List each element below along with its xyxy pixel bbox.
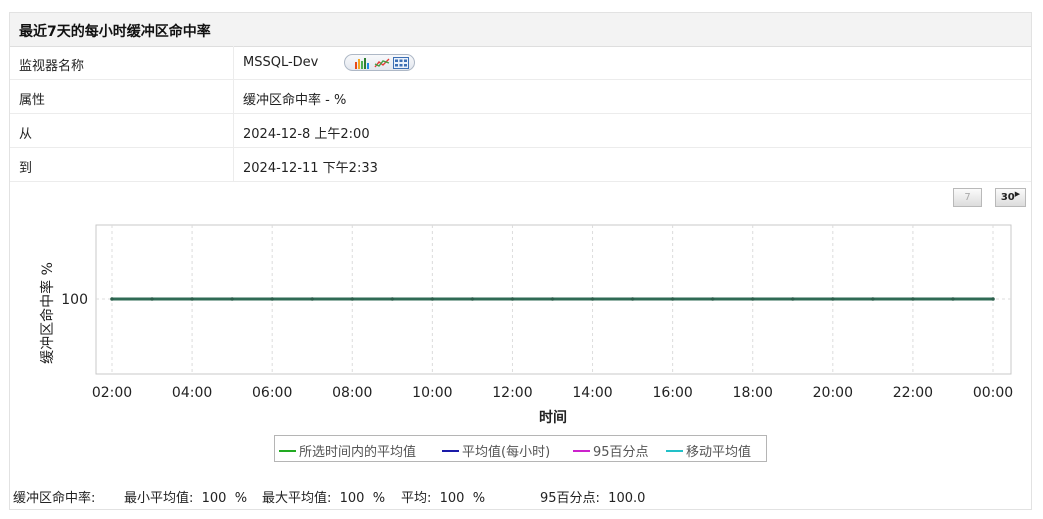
x-axis-ticks: 02:00 04:00 06:00 08:00 10:00 12:00 14:00 16:00… [92, 385, 1013, 401]
data-point[interactable] [911, 297, 915, 301]
legend-swatch [573, 449, 590, 452]
data-point[interactable] [630, 297, 635, 301]
data-point[interactable] [951, 297, 955, 301]
data-point[interactable] [230, 297, 234, 301]
data-point[interactable] [150, 297, 154, 301]
legend-label: 平均值(每小时) [462, 445, 551, 460]
data-point[interactable] [310, 297, 315, 301]
series-layer [110, 297, 995, 301]
x-tick-label: 18:00 [733, 385, 773, 401]
data-point[interactable] [190, 297, 194, 301]
data-point[interactable] [831, 297, 835, 301]
data-point[interactable] [390, 297, 395, 301]
legend-item-selected-average[interactable]: 所选时间内的平均值 [279, 441, 416, 460]
data-point[interactable] [350, 297, 355, 301]
legend-item-moving-average[interactable]: 移动平均值 [666, 441, 751, 460]
legend-label: 移动平均值 [686, 445, 752, 460]
x-tick-label: 00:00 [973, 385, 1013, 401]
data-point[interactable] [710, 297, 715, 301]
legend-label: 所选时间内的平均值 [299, 445, 417, 460]
x-tick-label: 06:00 [252, 385, 292, 401]
x-tick-label: 12:00 [492, 385, 532, 401]
data-point[interactable] [550, 297, 555, 301]
stats-metric-label: 缓冲区命中率: [13, 491, 96, 506]
data-point[interactable] [670, 297, 675, 301]
legend-swatch [442, 449, 459, 452]
chart-legend: 所选时间内的平均值 平均值(每小时) 95百分点 移动平均值 [274, 435, 767, 462]
stats-average: 平均: 100 % [401, 491, 486, 506]
data-point[interactable] [270, 297, 274, 301]
x-tick-label: 22:00 [893, 385, 933, 401]
y-tick-label: 100 [61, 292, 88, 308]
data-point[interactable] [110, 297, 114, 301]
legend-swatch [279, 449, 296, 452]
stats-95th-percentile: 95百分点: 100.0 [540, 491, 646, 506]
x-tick-label: 08:00 [332, 385, 372, 401]
legend-item-hourly-average[interactable]: 平均值(每小时) [442, 441, 550, 460]
data-point[interactable] [590, 297, 595, 301]
x-tick-label: 14:00 [572, 385, 612, 401]
data-point[interactable] [991, 297, 995, 301]
data-point[interactable] [470, 297, 475, 301]
data-point[interactable] [510, 297, 515, 301]
legend-item-95th-percentile[interactable]: 95百分点 [573, 441, 649, 460]
x-tick-label: 20:00 [813, 385, 853, 401]
y-axis-ticks: 100 [61, 292, 88, 308]
stats-min-average: 最小平均值: 100 % [124, 491, 248, 506]
data-point[interactable] [430, 297, 435, 301]
x-tick-label: 04:00 [172, 385, 212, 401]
legend-label: 95百分点 [593, 445, 649, 460]
data-point[interactable] [871, 297, 875, 301]
x-tick-label: 16:00 [652, 385, 692, 401]
data-point[interactable] [750, 297, 755, 301]
data-point[interactable] [790, 297, 795, 301]
x-tick-label: 10:00 [412, 385, 452, 401]
x-axis-label: 时间 [539, 409, 567, 426]
legend-swatch [666, 449, 683, 452]
y-axis-label: 缓冲区命中率 % [39, 262, 56, 364]
stats-max-average: 最大平均值: 100 % [262, 491, 386, 506]
x-tick-label: 02:00 [92, 385, 132, 401]
